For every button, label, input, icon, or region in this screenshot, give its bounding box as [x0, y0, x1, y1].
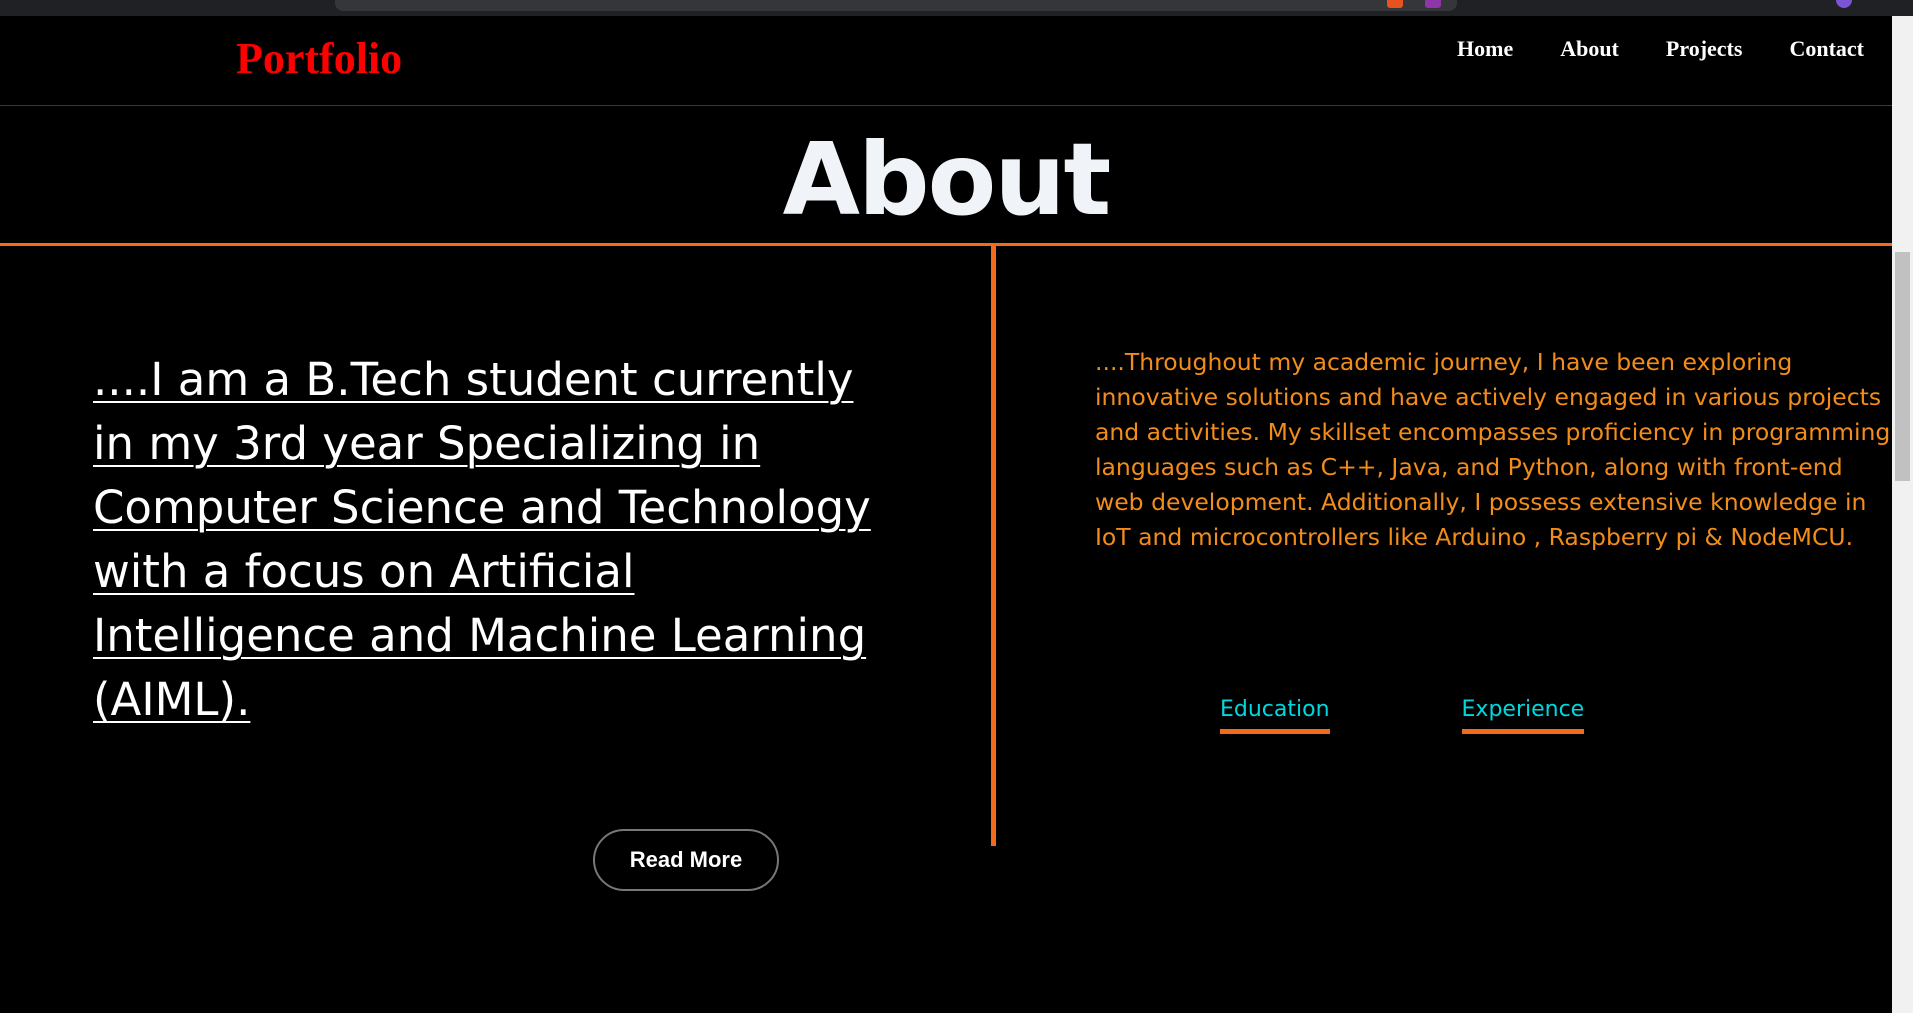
nav-item-projects: Projects — [1666, 36, 1743, 62]
read-more-button[interactable]: Read More — [593, 829, 779, 891]
nav-link-home[interactable]: Home — [1457, 36, 1513, 61]
nav-links: Home About Projects Contact — [1457, 36, 1864, 62]
page: Portfolio Home About Projects Contact Ab… — [0, 0, 1913, 1013]
tab-experience[interactable]: Experience — [1461, 695, 1585, 734]
about-details-text: ....Throughout my academic journey, I ha… — [1095, 348, 1891, 551]
extension-icon[interactable] — [1387, 0, 1403, 8]
about-intro-text[interactable]: ....I am a B.Tech student currently in m… — [93, 348, 893, 732]
tab-education[interactable]: Education — [1220, 695, 1330, 734]
nav-link-contact[interactable]: Contact — [1789, 36, 1864, 61]
page-scrollbar[interactable] — [1892, 16, 1913, 1013]
address-bar[interactable] — [335, 0, 1457, 11]
column-divider — [991, 246, 996, 846]
scrollbar-thumb[interactable] — [1895, 252, 1910, 481]
about-title: About — [782, 121, 1112, 238]
nav-link-about[interactable]: About — [1560, 36, 1619, 61]
about-tabs: Education Experience — [1220, 695, 1585, 734]
profile-avatar[interactable] — [1836, 0, 1852, 8]
nav-item-home: Home — [1457, 36, 1513, 62]
nav-link-projects[interactable]: Projects — [1666, 36, 1743, 61]
browser-toolbar-remnant — [0, 0, 1913, 16]
nav-item-contact: Contact — [1789, 36, 1864, 62]
nav-item-about: About — [1560, 36, 1619, 62]
title-divider — [0, 243, 1892, 246]
navbar: Portfolio Home About Projects Contact — [0, 16, 1892, 106]
extension-icon[interactable] — [1425, 0, 1441, 8]
site-logo[interactable]: Portfolio — [236, 34, 402, 83]
